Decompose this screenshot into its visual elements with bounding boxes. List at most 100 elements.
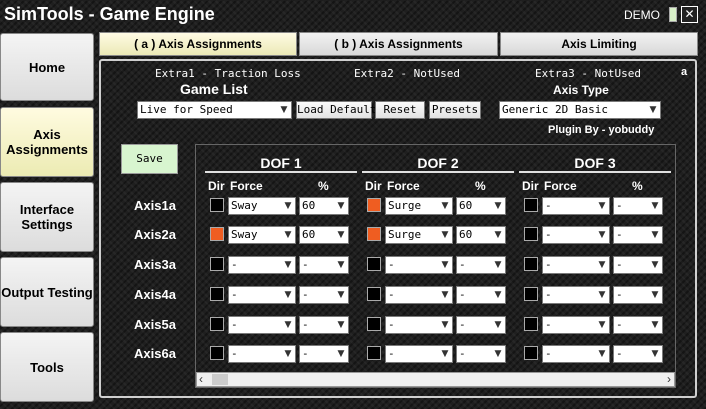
title-bar: SimTools - Game Engine DEMO ✕ — [0, 0, 706, 30]
axis-type-select[interactable]: Generic 2D Basic ▼ — [499, 101, 661, 119]
sidebar-item-tools[interactable]: Tools — [0, 332, 94, 402]
chevron-down-icon: ▼ — [441, 230, 449, 240]
dir-checkbox[interactable] — [524, 346, 538, 360]
percent-select[interactable]: 60 ▼ — [456, 197, 506, 215]
reset-button[interactable]: Reset — [375, 101, 425, 119]
percent-value: - — [616, 318, 623, 331]
percent-value: - — [459, 347, 466, 360]
dir-checkbox[interactable] — [524, 198, 538, 212]
dof-header-2: DOF 2 — [417, 155, 459, 171]
force-select[interactable]: Sway ▼ — [228, 226, 296, 244]
force-select[interactable]: - ▼ — [228, 316, 296, 334]
dof-header-1: DOF 1 — [260, 155, 302, 171]
corner-mark: a — [681, 66, 688, 78]
load-default-button[interactable]: Load Default — [296, 101, 376, 119]
percent-select[interactable]: - ▼ — [299, 345, 349, 363]
chevron-down-icon: ▼ — [284, 349, 292, 359]
percent-select[interactable]: - ▼ — [299, 256, 349, 274]
percent-value: - — [302, 288, 309, 301]
percent-select[interactable]: - ▼ — [456, 316, 506, 334]
percent-select[interactable]: - ▼ — [456, 345, 506, 363]
force-select[interactable]: - ▼ — [228, 286, 296, 304]
percent-select[interactable]: - ▼ — [613, 345, 663, 363]
force-select[interactable]: - ▼ — [385, 316, 453, 334]
percent-value: 60 — [302, 228, 316, 241]
scrollbar-thumb[interactable] — [212, 374, 228, 385]
chevron-down-icon: ▼ — [284, 260, 292, 270]
force-select[interactable]: - ▼ — [228, 256, 296, 274]
chevron-down-icon: ▼ — [284, 290, 292, 300]
percent-select[interactable]: 60 ▼ — [299, 226, 349, 244]
col-header-percent: % — [475, 179, 486, 193]
dir-checkbox[interactable] — [367, 227, 381, 241]
chevron-down-icon: ▼ — [337, 320, 345, 330]
percent-select[interactable]: - ▼ — [299, 316, 349, 334]
force-select[interactable]: - ▼ — [385, 345, 453, 363]
dir-checkbox[interactable] — [210, 287, 224, 301]
percent-select[interactable]: - ▼ — [299, 286, 349, 304]
chevron-down-icon: ▼ — [598, 201, 606, 211]
dir-checkbox[interactable] — [367, 287, 381, 301]
sidebar-item-axis-assignments[interactable]: Axis Assignments — [0, 107, 94, 177]
force-select[interactable]: - ▼ — [385, 286, 453, 304]
percent-select[interactable]: - ▼ — [613, 226, 663, 244]
horizontal-scrollbar[interactable]: ‹ › — [196, 372, 675, 387]
chevron-down-icon: ▼ — [494, 230, 502, 240]
force-select[interactable]: - ▼ — [542, 226, 610, 244]
chevron-down-icon: ▼ — [337, 290, 345, 300]
sidebar-item-home[interactable]: Home — [0, 33, 94, 101]
chevron-left-icon[interactable]: ‹ — [199, 372, 203, 386]
chevron-down-icon: ▼ — [284, 201, 292, 211]
sidebar-item-output-testing[interactable]: Output Testing — [0, 257, 94, 327]
force-select[interactable]: Surge ▼ — [385, 197, 453, 215]
dof-underline — [205, 171, 357, 173]
force-value: - — [231, 258, 238, 271]
chevron-down-icon: ▼ — [598, 260, 606, 270]
force-select[interactable]: - ▼ — [542, 256, 610, 274]
force-select[interactable]: Sway ▼ — [228, 197, 296, 215]
dof-underline — [519, 171, 671, 173]
dir-checkbox[interactable] — [367, 198, 381, 212]
force-select[interactable]: - ▼ — [542, 197, 610, 215]
percent-select[interactable]: - ▼ — [613, 286, 663, 304]
dir-checkbox[interactable] — [367, 257, 381, 271]
dir-checkbox[interactable] — [210, 257, 224, 271]
dir-checkbox[interactable] — [210, 346, 224, 360]
dir-checkbox[interactable] — [524, 287, 538, 301]
close-button[interactable]: ✕ — [681, 6, 698, 23]
force-select[interactable]: - ▼ — [228, 345, 296, 363]
chevron-right-icon[interactable]: › — [667, 372, 671, 386]
percent-value: - — [302, 347, 309, 360]
force-select[interactable]: - ▼ — [385, 256, 453, 274]
presets-button[interactable]: Presets — [429, 101, 481, 119]
chevron-down-icon: ▼ — [598, 320, 606, 330]
dir-checkbox[interactable] — [524, 257, 538, 271]
force-select[interactable]: - ▼ — [542, 286, 610, 304]
percent-select[interactable]: - ▼ — [613, 197, 663, 215]
sidebar-item-interface-settings[interactable]: Interface Settings — [0, 182, 94, 252]
dir-checkbox[interactable] — [367, 346, 381, 360]
percent-value: - — [302, 258, 309, 271]
force-select[interactable]: Surge ▼ — [385, 226, 453, 244]
percent-select[interactable]: 60 ▼ — [456, 226, 506, 244]
chevron-down-icon: ▼ — [494, 320, 502, 330]
force-select[interactable]: - ▼ — [542, 316, 610, 334]
dir-checkbox[interactable] — [524, 317, 538, 331]
dir-checkbox[interactable] — [210, 198, 224, 212]
dir-checkbox[interactable] — [524, 227, 538, 241]
tab-a-axis-assignments[interactable]: ( a ) Axis Assignments — [99, 32, 297, 56]
percent-select[interactable]: - ▼ — [613, 256, 663, 274]
dir-checkbox[interactable] — [210, 227, 224, 241]
percent-select[interactable]: 60 ▼ — [299, 197, 349, 215]
percent-select[interactable]: - ▼ — [456, 286, 506, 304]
percent-select[interactable]: - ▼ — [456, 256, 506, 274]
tab-axis-limiting[interactable]: Axis Limiting — [500, 32, 698, 56]
percent-select[interactable]: - ▼ — [613, 316, 663, 334]
game-list-select[interactable]: Live for Speed ▼ — [137, 101, 292, 119]
force-select[interactable]: - ▼ — [542, 345, 610, 363]
dir-checkbox[interactable] — [367, 317, 381, 331]
tab-b-axis-assignments[interactable]: ( b ) Axis Assignments — [299, 32, 498, 56]
extra3-label: Extra3 - NotUsed — [535, 67, 641, 80]
dir-checkbox[interactable] — [210, 317, 224, 331]
save-button[interactable]: Save — [121, 144, 178, 174]
